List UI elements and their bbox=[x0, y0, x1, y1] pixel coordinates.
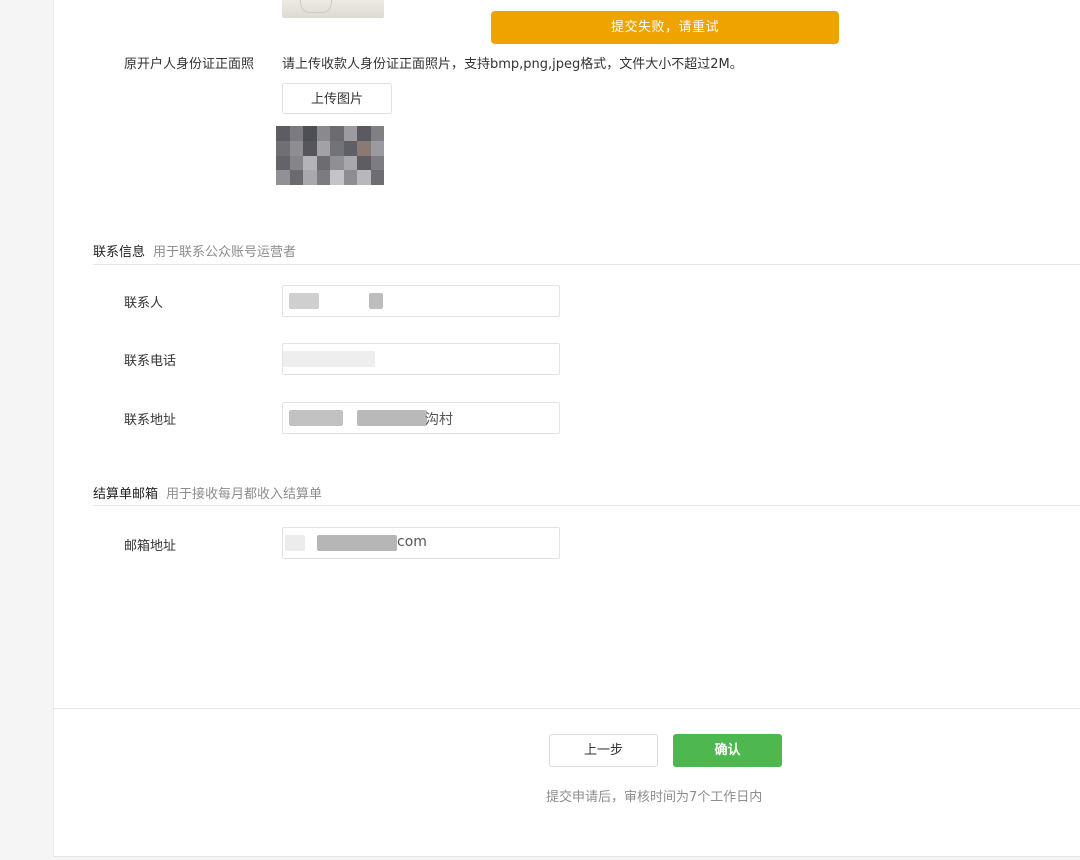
contact-section-desc: 用于联系公众账号运营者 bbox=[153, 245, 297, 260]
form-card bbox=[53, 0, 1080, 857]
review-time-note: 提交申请后，审核时间为7个工作日内 bbox=[546, 790, 763, 805]
contact-person-input[interactable] bbox=[282, 285, 560, 317]
contact-section-heading: 联系信息 用于联系公众账号运营者 bbox=[93, 241, 296, 260]
contact-address-input[interactable]: 沟村 bbox=[282, 402, 560, 434]
id-card-photo-thumbnail[interactable] bbox=[276, 126, 384, 185]
id-photo-hint: 请上传收款人身份证正面照片，支持bmp,png,jpeg格式，文件大小不超过2M… bbox=[282, 57, 743, 72]
billing-section-heading: 结算单邮箱 用于接收每月都收入结算单 bbox=[93, 483, 322, 502]
billing-section-desc: 用于接收每月都收入结算单 bbox=[166, 487, 323, 502]
redacted-text bbox=[289, 410, 343, 426]
email-label: 邮箱地址 bbox=[124, 539, 177, 554]
redacted-text bbox=[283, 351, 375, 367]
error-toast: 提交失败，请重试 bbox=[491, 11, 839, 44]
upload-image-button[interactable]: 上传图片 bbox=[282, 83, 392, 114]
redacted-text bbox=[357, 410, 427, 426]
billing-section-title: 结算单邮箱 bbox=[93, 487, 159, 502]
redacted-text bbox=[285, 535, 305, 551]
billing-section-divider bbox=[93, 505, 1080, 506]
email-input[interactable]: com bbox=[282, 527, 560, 559]
contact-section-title: 联系信息 bbox=[93, 245, 146, 260]
redacted-text bbox=[317, 535, 397, 551]
confirm-button[interactable]: 确认 bbox=[673, 734, 782, 767]
redacted-text bbox=[369, 293, 383, 309]
page: 提交失败，请重试 原开户人身份证正面照 请上传收款人身份证正面照片，支持bmp,… bbox=[0, 0, 1080, 860]
uploaded-photo-thumbnail-partial bbox=[282, 0, 384, 18]
contact-section-divider bbox=[93, 264, 1080, 265]
contact-address-visible-text: 沟村 bbox=[425, 412, 453, 428]
id-photo-label: 原开户人身份证正面照 bbox=[124, 57, 255, 72]
contact-address-label: 联系地址 bbox=[124, 413, 177, 428]
contact-phone-input[interactable] bbox=[282, 343, 560, 375]
redacted-text bbox=[289, 293, 319, 309]
contact-phone-label: 联系电话 bbox=[124, 354, 177, 369]
contact-person-label: 联系人 bbox=[124, 296, 164, 311]
previous-step-button[interactable]: 上一步 bbox=[549, 734, 658, 767]
footer-divider bbox=[53, 708, 1080, 709]
email-visible-text: com bbox=[397, 534, 427, 550]
